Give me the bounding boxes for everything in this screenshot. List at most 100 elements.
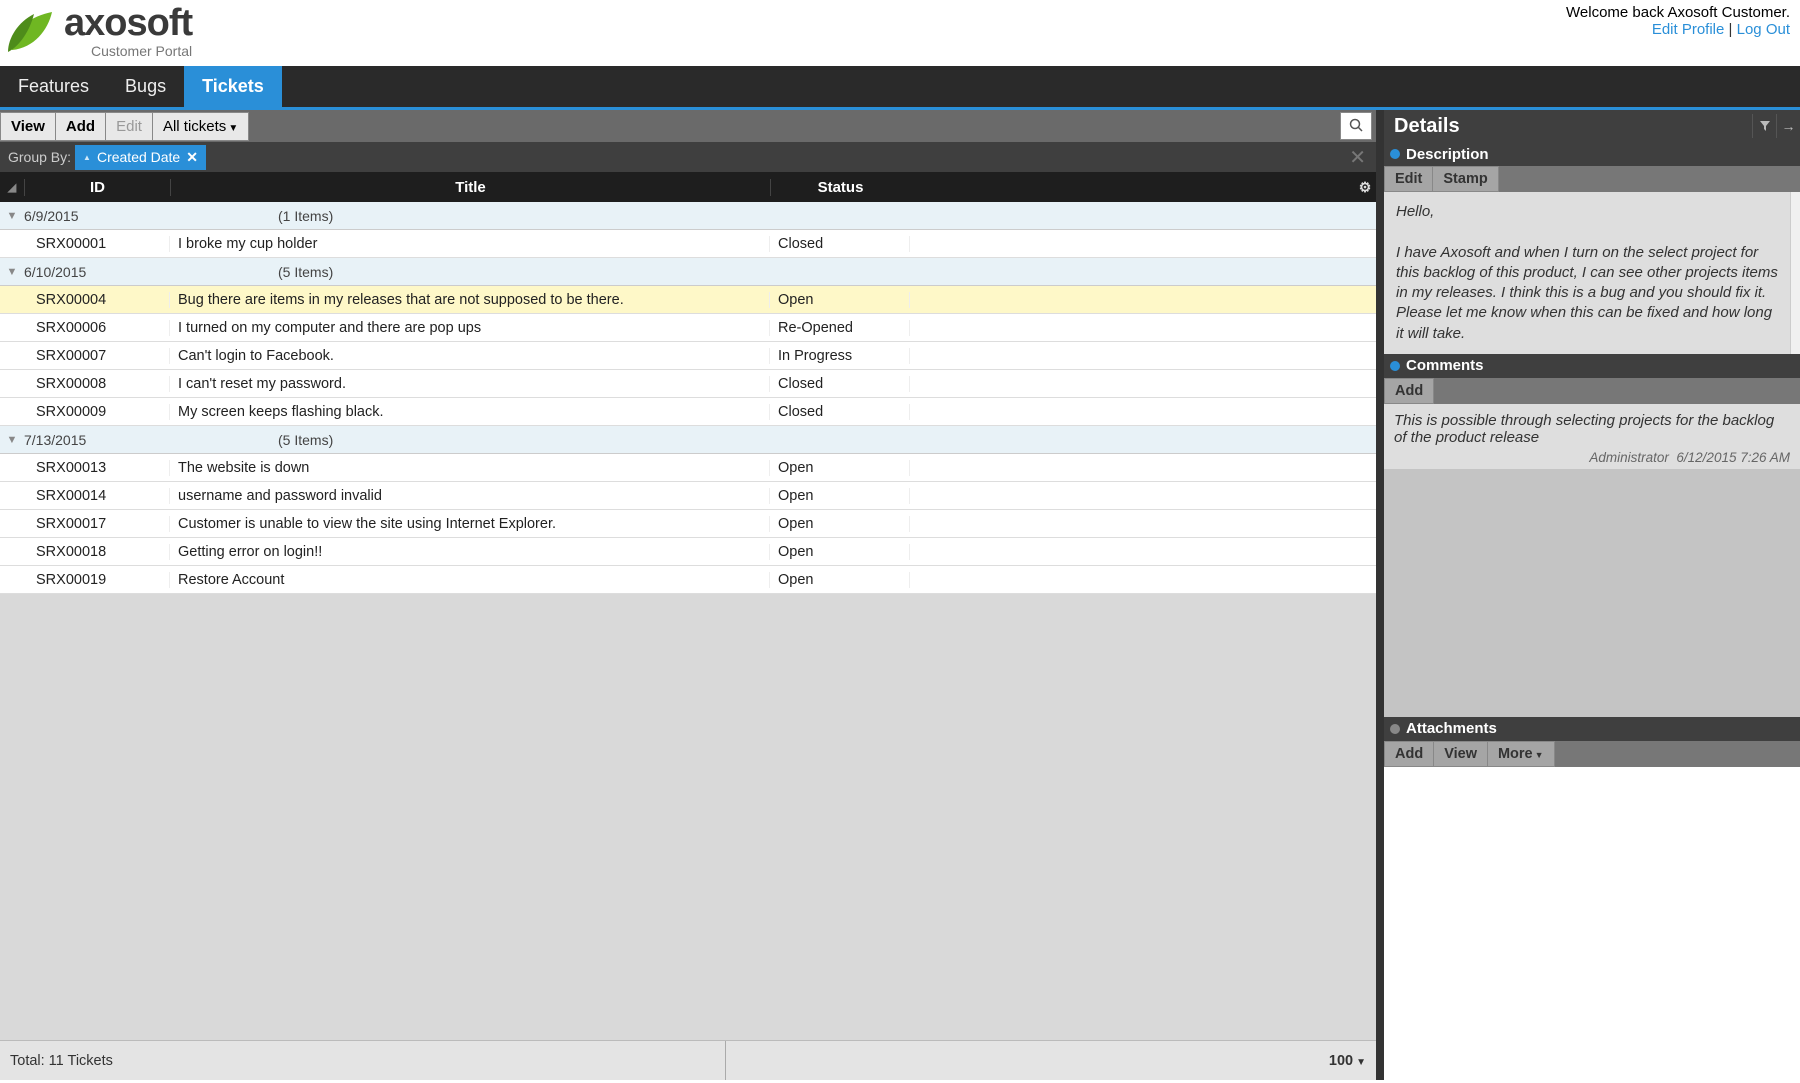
cell-id: SRX00006 [24,320,170,336]
description-text: I have Axosoft and when I turn on the se… [1396,243,1778,344]
page-size-dropdown[interactable]: 100▼ [1329,1053,1366,1069]
dot-icon [1390,149,1400,159]
comments-toolbar: Add [1384,378,1800,404]
group-date: 7/13/2015 [24,432,170,448]
attachments-header[interactable]: Attachments [1384,717,1800,741]
tickets-pane: View Add Edit All tickets▼ Group By: ▲ C… [0,110,1376,1080]
table-row[interactable]: SRX00001 I broke my cup holder Closed [0,230,1376,258]
group-count: (1 Items) [278,208,333,224]
cell-id: SRX00008 [24,376,170,392]
gear-icon[interactable]: ⚙ [1354,179,1376,196]
table-row[interactable]: SRX00008 I can't reset my password. Clos… [0,370,1376,398]
brand-name: axosoft [64,4,192,42]
col-header-title[interactable]: Title [170,179,770,196]
cell-title: My screen keeps flashing black. [170,404,770,420]
cell-title: Can't login to Facebook. [170,348,770,364]
description-greeting: Hello, [1396,202,1778,222]
cell-id: SRX00009 [24,404,170,420]
group-row[interactable]: ▼ 7/13/2015 (5 Items) [0,426,1376,454]
log-out-link[interactable]: Log Out [1737,21,1790,38]
group-by-label: Group By: [8,149,71,165]
add-button[interactable]: Add [55,112,106,141]
cell-title: I turned on my computer and there are po… [170,320,770,336]
collapse-icon[interactable]: ▼ [0,210,24,222]
table-row[interactable]: SRX00013 The website is down Open [0,454,1376,482]
all-tickets-dropdown[interactable]: All tickets▼ [152,112,249,141]
close-groupby-icon[interactable]: ✕ [1349,145,1366,170]
group-by-chip[interactable]: ▲ Created Date ✕ [75,145,206,170]
leaf-icon [4,8,60,54]
search-button[interactable] [1340,112,1372,140]
nav-features[interactable]: Features [0,66,107,107]
attach-add-button[interactable]: Add [1384,741,1434,767]
nav-tickets[interactable]: Tickets [184,66,282,107]
group-date: 6/9/2015 [24,208,170,224]
group-by-bar: Group By: ▲ Created Date ✕ ✕ [0,142,1376,172]
details-header: Details → [1384,110,1800,142]
filter-icon[interactable] [1752,114,1776,138]
cell-status: Closed [770,376,910,392]
col-header-status[interactable]: Status [770,179,910,196]
attachments-body [1384,767,1800,1080]
dot-icon [1390,724,1400,734]
cell-title: username and password invalid [170,488,770,504]
table-row[interactable]: SRX00019 Restore Account Open [0,566,1376,594]
total-count: Total: 11 Tickets [10,1053,113,1069]
collapse-icon[interactable]: ▼ [0,266,24,278]
comment-text: This is possible through selecting proje… [1394,412,1790,446]
col-header-id[interactable]: ID [24,179,170,196]
remove-chip-icon[interactable]: ✕ [186,149,198,166]
welcome-text: Welcome back Axosoft Customer. [1566,4,1790,21]
scrollbar[interactable] [1790,192,1800,354]
details-pane: Details → Description Edit Stamp Hello, … [1384,110,1800,1080]
main-nav: Features Bugs Tickets [0,66,1800,107]
expand-all-icon[interactable]: ◢ [0,181,24,194]
cell-title: Bug there are items in my releases that … [170,292,770,308]
table-row[interactable]: SRX00014 username and password invalid O… [0,482,1376,510]
cell-title: Restore Account [170,572,770,588]
forward-icon[interactable]: → [1776,114,1800,138]
edit-button[interactable]: Edit [105,112,153,141]
group-row[interactable]: ▼ 6/10/2015 (5 Items) [0,258,1376,286]
cell-id: SRX00004 [24,292,170,308]
group-date: 6/10/2015 [24,264,170,280]
pane-divider[interactable] [1376,110,1384,1080]
main-content: View Add Edit All tickets▼ Group By: ▲ C… [0,107,1800,1080]
attach-more-button[interactable]: More▼ [1487,741,1555,767]
table-footer: Total: 11 Tickets 100▼ [0,1040,1376,1080]
description-body: Hello, I have Axosoft and when I turn on… [1384,192,1790,354]
cell-status: Open [770,292,910,308]
comments-header[interactable]: Comments [1384,354,1800,378]
description-toolbar: Edit Stamp [1384,166,1800,192]
cell-title: Getting error on login!! [170,544,770,560]
cell-title: I broke my cup holder [170,236,770,252]
group-row[interactable]: ▼ 6/9/2015 (1 Items) [0,202,1376,230]
comment-meta: Administrator 6/12/2015 7:26 AM [1394,450,1790,465]
description-header[interactable]: Description [1384,142,1800,166]
tickets-toolbar: View Add Edit All tickets▼ [0,110,1376,142]
desc-stamp-button[interactable]: Stamp [1432,166,1498,192]
cell-status: Open [770,460,910,476]
desc-edit-button[interactable]: Edit [1384,166,1433,192]
table-row[interactable]: SRX00009 My screen keeps flashing black.… [0,398,1376,426]
cell-status: Closed [770,236,910,252]
edit-profile-link[interactable]: Edit Profile [1652,21,1725,38]
table-row[interactable]: SRX00004 Bug there are items in my relea… [0,286,1376,314]
nav-bugs[interactable]: Bugs [107,66,184,107]
cell-status: Re-Opened [770,320,910,336]
cell-id: SRX00001 [24,236,170,252]
table-header: ◢ ID Title Status ⚙ [0,172,1376,202]
collapse-icon[interactable]: ▼ [0,434,24,446]
view-button[interactable]: View [0,112,56,141]
table-row[interactable]: SRX00006 I turned on my computer and the… [0,314,1376,342]
cell-title: Customer is unable to view the site usin… [170,516,770,532]
table-row[interactable]: SRX00017 Customer is unable to view the … [0,510,1376,538]
attach-view-button[interactable]: View [1433,741,1488,767]
table-row[interactable]: SRX00007 Can't login to Facebook. In Pro… [0,342,1376,370]
cell-status: Open [770,544,910,560]
cell-title: I can't reset my password. [170,376,770,392]
cell-id: SRX00007 [24,348,170,364]
brand-sub: Customer Portal [91,44,192,58]
table-row[interactable]: SRX00018 Getting error on login!! Open [0,538,1376,566]
comments-add-button[interactable]: Add [1384,378,1434,404]
